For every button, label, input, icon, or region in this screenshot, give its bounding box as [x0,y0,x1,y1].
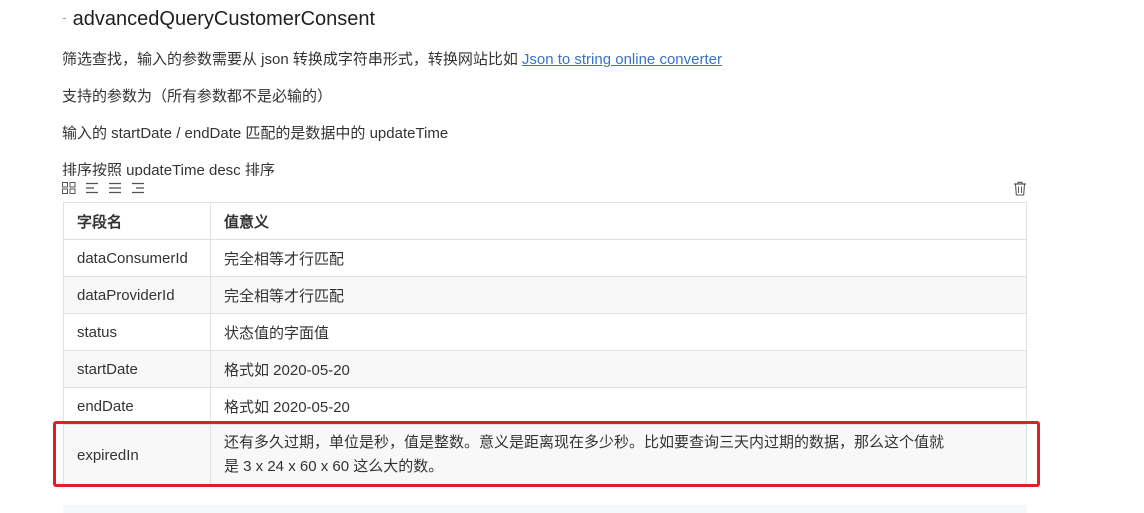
field-cell: expiredIn [63,424,211,486]
meaning-cell: 格式如 2020-05-20 [210,387,1027,425]
heading-title: advancedQueryCustomerConsent [72,8,376,30]
sort-note: 排序按照 updateTime desc 排序 [62,162,275,176]
field-cell: dataConsumerId [63,239,211,277]
meaning-cell: 格式如 2020-05-20 [210,350,1027,388]
description-text: 筛选查找，输入的参数需要从 json 转换成字符串形式，转换网站比如 [62,51,518,68]
align-left-icon[interactable] [85,182,99,194]
table-row: dataProviderId 完全相等才行匹配 [63,276,1027,314]
fields-table: 字段名 值意义 dataConsumerId 完全相等才行匹配 dataProv… [63,202,1027,486]
meaning-cell: 完全相等才行匹配 [210,239,1027,277]
table-header-row: 字段名 值意义 [63,202,1027,240]
table-row: status 状态值的字面值 [63,313,1027,351]
meaning-line: 是 3 x 24 x 60 x 60 这么大的数。 [224,458,444,475]
meaning-cell: 还有多久过期，单位是秒，值是整数。意义是距离现在多少秒。比如要查询三天内过期的数… [210,424,1027,486]
trash-icon[interactable] [1013,181,1027,196]
field-cell: startDate [63,350,211,388]
field-cell: status [63,313,211,351]
header-meaning: 值意义 [210,202,1027,240]
align-center-icon[interactable] [108,182,122,194]
meaning-line: 还有多久过期，单位是秒，值是整数。意义是距离现在多少秒。比如要查询三天内过期的数… [224,434,945,451]
header-field-name: 字段名 [63,202,211,240]
table-row: dataConsumerId 完全相等才行匹配 [63,239,1027,277]
grid-icon[interactable] [62,182,76,194]
heading-marker: - [62,9,67,25]
description-paragraph: 筛选查找，输入的参数需要从 json 转换成字符串形式，转换网站比如 Json t… [62,49,722,71]
table-toolbar [62,180,145,196]
section-heading: - advancedQueryCustomerConsent [62,6,375,33]
table-row: startDate 格式如 2020-05-20 [63,350,1027,388]
next-block-edge [63,505,1027,513]
table-row: endDate 格式如 2020-05-20 [63,387,1027,425]
date-note: 输入的 startDate / endDate 匹配的是数据中的 updateT… [62,125,449,142]
meaning-cell: 状态值的字面值 [210,313,1027,351]
align-right-icon[interactable] [131,182,145,194]
converter-link[interactable]: Json to string online converter [522,51,722,68]
params-note: 支持的参数为（所有参数都不是必输的） [62,88,333,105]
field-cell: endDate [63,387,211,425]
field-cell: dataProviderId [63,276,211,314]
meaning-cell: 完全相等才行匹配 [210,276,1027,314]
table-row: expiredIn 还有多久过期，单位是秒，值是整数。意义是距离现在多少秒。比如… [63,424,1027,486]
